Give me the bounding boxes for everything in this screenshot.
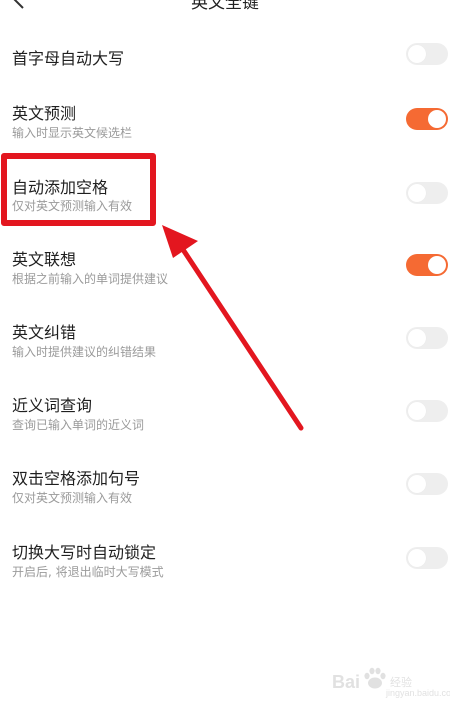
toggle-knob xyxy=(408,402,426,420)
setting-title: 首字母自动大写 xyxy=(12,49,125,68)
setting-subtitle: 输入时提供建议的纠错结果 xyxy=(12,345,157,359)
toggle-knob xyxy=(428,110,446,128)
setting-subtitle: 仅对英文预测输入有效 xyxy=(12,491,133,505)
toggle-knob xyxy=(408,475,426,493)
page-title: 英文全键 xyxy=(191,0,259,13)
setting-row-english-association[interactable]: 英文联想 根据之前输入的单词提供建议 xyxy=(0,236,450,296)
toggle-switch[interactable] xyxy=(406,182,448,204)
watermark-brand: Bai xyxy=(332,672,361,692)
top-bar: 英文全键 xyxy=(0,0,450,14)
setting-row-english-correction[interactable]: 英文纠错 输入时提供建议的纠错结果 xyxy=(0,309,450,369)
toggle-switch[interactable] xyxy=(406,473,448,495)
setting-subtitle: 输入时显示英文候选栏 xyxy=(12,126,133,140)
setting-title: 英文联想 xyxy=(12,250,77,269)
toggle-knob xyxy=(408,184,426,202)
setting-title: 近义词查询 xyxy=(12,396,93,415)
setting-title: 英文预测 xyxy=(12,104,77,123)
toggle-knob xyxy=(408,329,426,347)
toggle-switch[interactable] xyxy=(406,400,448,422)
setting-subtitle: 根据之前输入的单词提供建议 xyxy=(12,272,169,286)
setting-title: 切换大写时自动锁定 xyxy=(12,543,157,562)
setting-row-caps-lock[interactable]: 切换大写时自动锁定 开启后, 将退出临时大写模式 xyxy=(0,529,450,589)
setting-row-english-prediction[interactable]: 英文预测 输入时显示英文候选栏 xyxy=(0,90,450,150)
toggle-switch[interactable] xyxy=(406,108,448,130)
setting-row-auto-capitalize[interactable]: 首字母自动大写 xyxy=(0,25,450,85)
annotation-highlight-box xyxy=(1,153,156,226)
toggle-switch[interactable] xyxy=(406,43,448,65)
toggle-switch[interactable] xyxy=(406,327,448,349)
setting-subtitle: 查询已输入单词的近义词 xyxy=(12,418,145,432)
watermark-logo: Bai 经验 jingyan.baidu.com xyxy=(332,664,450,700)
setting-row-double-space-period[interactable]: 双击空格添加句号 仅对英文预测输入有效 xyxy=(0,455,450,515)
toggle-knob xyxy=(408,45,426,63)
toggle-knob xyxy=(408,549,426,567)
toggle-switch[interactable] xyxy=(406,547,448,569)
paw-icon xyxy=(364,667,386,689)
toggle-knob xyxy=(428,256,446,274)
watermark-url: jingyan.baidu.com xyxy=(386,688,450,698)
toggle-switch[interactable] xyxy=(406,254,448,276)
setting-subtitle: 开启后, 将退出临时大写模式 xyxy=(12,565,164,579)
setting-title: 英文纠错 xyxy=(12,323,77,342)
setting-title: 双击空格添加句号 xyxy=(12,469,141,488)
setting-row-synonym-lookup[interactable]: 近义词查询 查询已输入单词的近义词 xyxy=(0,382,450,442)
